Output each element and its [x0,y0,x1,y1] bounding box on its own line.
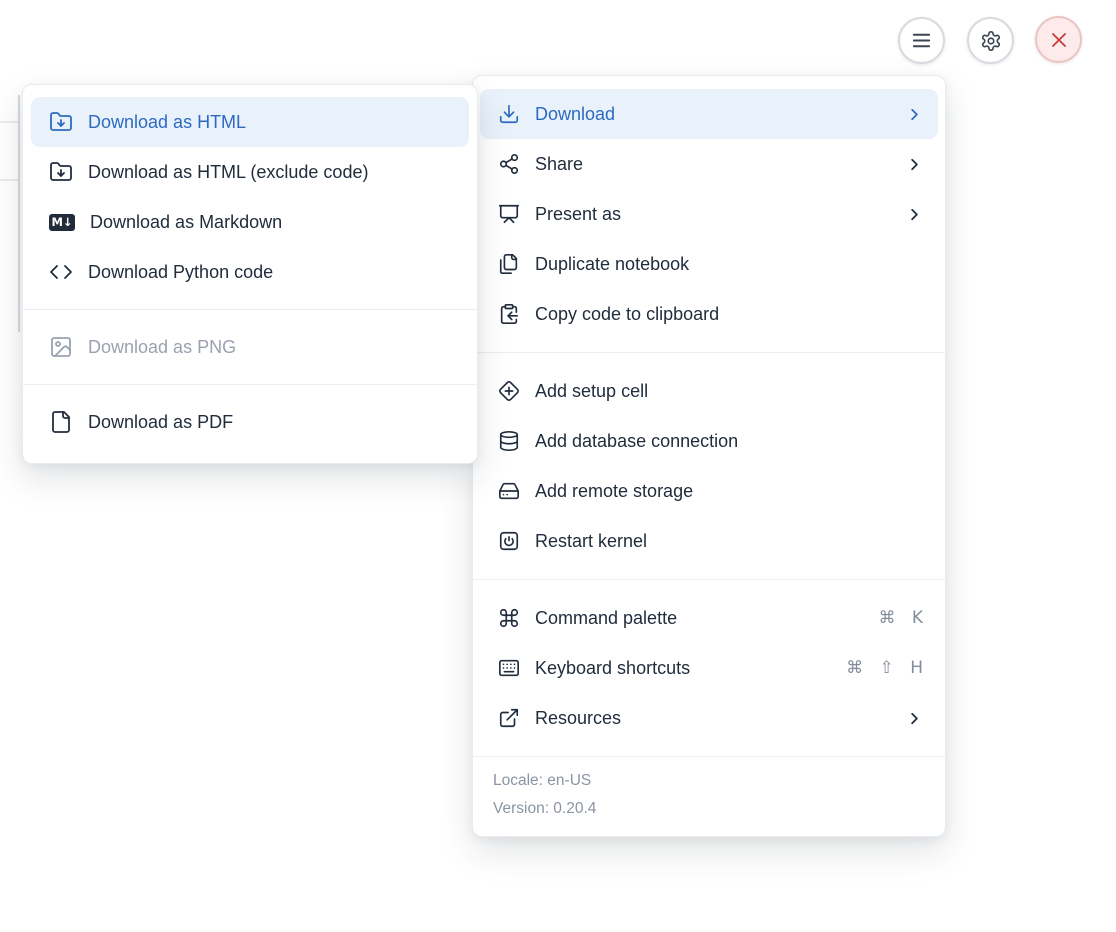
menu-item-label: Download [535,104,615,125]
menu-item-label: Command palette [535,608,677,629]
file-icon [49,410,73,434]
locale-text: Locale: en-US [493,767,929,795]
chevron-right-icon [905,709,924,728]
download-icon [498,103,520,125]
menu-item-command-palette[interactable]: Command palette ⌘ K [480,593,938,643]
code-icon [49,260,73,284]
shortcut-command-k: ⌘ K [878,608,924,628]
menu-item-label: Restart kernel [535,531,647,552]
background-rule [0,179,18,181]
menu-item-label: Duplicate notebook [535,254,689,275]
submenu-item-download-as-markdown[interactable]: M↓ Download as Markdown [31,197,469,247]
keyboard-icon [498,657,520,679]
folder-down-icon [49,160,73,184]
menu-item-add-setup-cell[interactable]: Add setup cell [480,366,938,416]
chevron-right-icon [905,155,924,174]
submenu-item-download-as-html-exclude-code[interactable]: Download as HTML (exclude code) [31,147,469,197]
external-link-icon [498,707,520,729]
settings-button[interactable] [967,17,1014,64]
submenu-item-label: Download as PDF [88,412,233,433]
menu-item-label: Add setup cell [535,381,648,402]
hard-drive-icon [498,480,520,502]
menu-item-label: Keyboard shortcuts [535,658,690,679]
menu-item-label: Copy code to clipboard [535,304,719,325]
background-rule [0,121,18,123]
menu-item-restart-kernel[interactable]: Restart kernel [480,516,938,566]
clipboard-copy-icon [498,303,520,325]
image-icon [49,335,73,359]
menu-item-resources[interactable]: Resources [480,693,938,743]
submenu-item-label: Download as Markdown [90,212,282,233]
version-text: Version: 0.20.4 [493,795,929,823]
menu-item-present-as[interactable]: Present as [480,189,938,239]
menu-item-download[interactable]: Download [480,89,938,139]
database-icon [498,430,520,452]
submenu-item-label: Download as HTML (exclude code) [88,162,368,183]
gear-icon [980,30,1002,52]
markdown-badge: M↓ [49,214,75,231]
submenu-item-download-python-code[interactable]: Download Python code [31,247,469,297]
menu-item-copy-code[interactable]: Copy code to clipboard [480,289,938,339]
hamburger-icon [910,29,933,52]
menu-item-label: Share [535,154,583,175]
menu-item-keyboard-shortcuts[interactable]: Keyboard shortcuts ⌘ ⇧ H [480,643,938,693]
menu-item-duplicate-notebook[interactable]: Duplicate notebook [480,239,938,289]
submenu-item-download-as-png: Download as PNG [31,322,469,372]
chevron-right-icon [905,105,924,124]
shortcut-command-shift-h: ⌘ ⇧ H [846,658,924,678]
submenu-item-download-as-pdf[interactable]: Download as PDF [31,397,469,447]
menu-footer: Locale: en-US Version: 0.20.4 [473,756,945,836]
submenu-item-download-as-html[interactable]: Download as HTML [31,97,469,147]
background-table-border [18,95,20,332]
submenu-item-label: Download as PNG [88,337,236,358]
close-icon [1047,28,1071,52]
menu-item-add-database-connection[interactable]: Add database connection [480,416,938,466]
command-icon [498,607,520,629]
presentation-icon [498,203,520,225]
chevron-right-icon [905,205,924,224]
submenu-item-label: Download Python code [88,262,273,283]
duplicate-icon [498,253,520,275]
close-app-button[interactable] [1035,16,1082,63]
power-icon [498,530,520,552]
menu-item-share[interactable]: Share [480,139,938,189]
folder-down-icon [49,110,73,134]
menu-item-add-remote-storage[interactable]: Add remote storage [480,466,938,516]
menu-item-label: Resources [535,708,621,729]
diamond-plus-icon [498,380,520,402]
notebook-actions-menu: Download Share Present as [472,75,946,837]
menu-item-label: Present as [535,204,621,225]
download-submenu: Download as HTML Download as HTML (exclu… [22,84,478,464]
markdown-icon: M↓ [49,214,75,231]
menu-item-label: Add database connection [535,431,738,452]
share-icon [498,153,520,175]
menu-item-label: Add remote storage [535,481,693,502]
submenu-item-label: Download as HTML [88,112,246,133]
hamburger-menu-button[interactable] [898,17,945,64]
